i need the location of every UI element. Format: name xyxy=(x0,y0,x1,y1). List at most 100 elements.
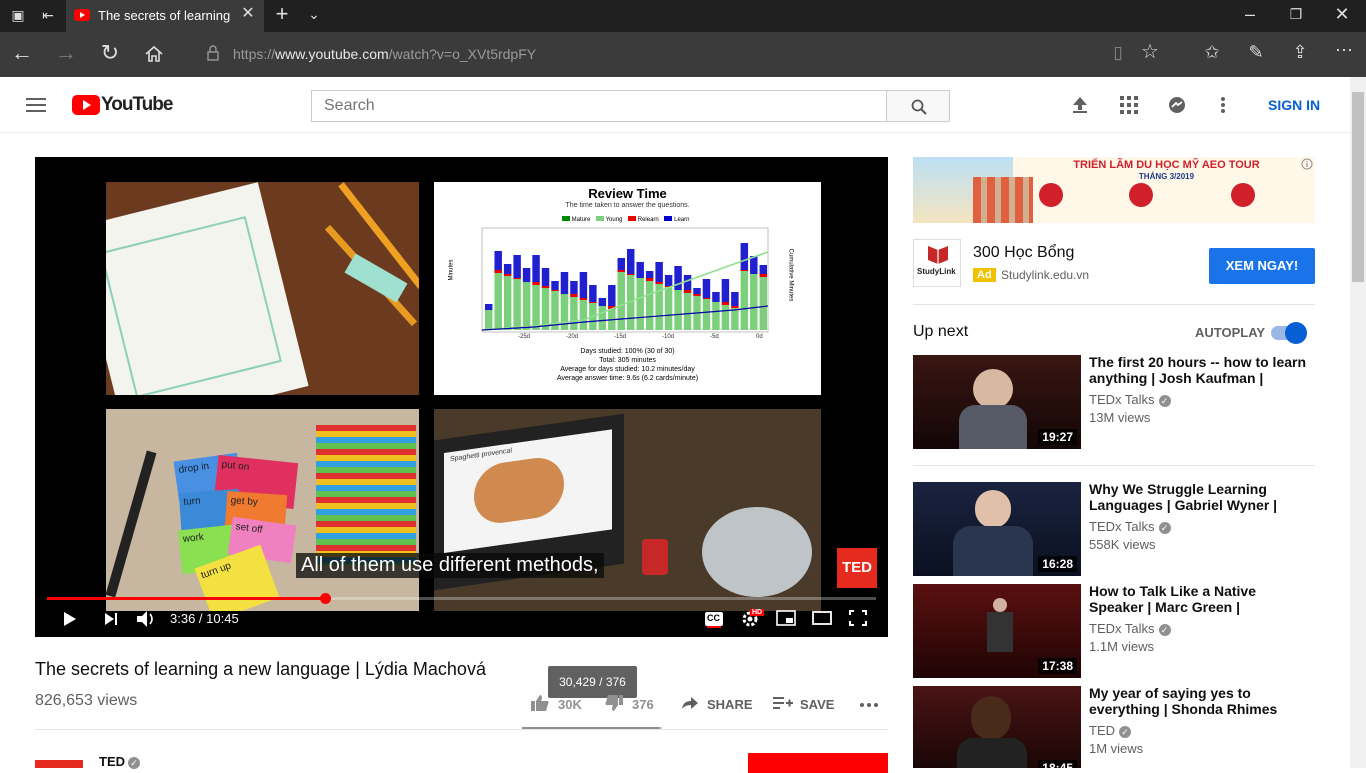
rec-thumbnail[interactable]: 16:28 xyxy=(913,482,1081,576)
miniplayer-icon[interactable] xyxy=(776,610,796,626)
chart-bar-segment xyxy=(503,276,512,330)
ad-title[interactable]: 300 Học Bổng xyxy=(973,244,1074,262)
share-button[interactable]: SHARE xyxy=(707,697,753,712)
rec-title[interactable]: How to Talk Like a Native Speaker | Marc… xyxy=(1089,583,1309,615)
chart-bar-segment xyxy=(598,298,607,306)
rec-title[interactable]: The first 20 hours -- how to learn anyth… xyxy=(1089,354,1309,386)
tab-list-chevron-icon[interactable]: ⌄ xyxy=(302,4,326,28)
ad-logo[interactable]: StudyLink xyxy=(913,239,961,287)
url-field[interactable]: https://www.youtube.com/watch?v=o_XVt5rd… xyxy=(233,46,536,62)
dislike-count[interactable]: 376 xyxy=(632,697,654,712)
more-actions-icon[interactable] xyxy=(859,702,879,708)
chart-stat-total: Total: 305 minutes xyxy=(599,357,656,364)
play-icon[interactable] xyxy=(63,611,77,627)
chart-bar-segment xyxy=(627,249,635,274)
search-box[interactable] xyxy=(311,90,887,122)
captions-button[interactable]: CC xyxy=(705,612,723,626)
chart-bar-segment xyxy=(522,282,531,330)
page-scrollbar-thumb[interactable] xyxy=(1352,92,1364,282)
pen-notes-icon[interactable]: ✎ xyxy=(1244,42,1268,66)
time-display: 3:36 / 10:45 xyxy=(170,611,239,626)
close-window-icon[interactable]: ✕ xyxy=(1330,4,1354,28)
rec-title[interactable]: My year of saying yes to everything | Sh… xyxy=(1089,685,1309,717)
ad-domain: Studylink.edu.vn xyxy=(1001,268,1090,282)
search-input[interactable] xyxy=(324,97,864,115)
chart-bar-segment xyxy=(702,279,711,298)
chart-bar-segment xyxy=(674,266,682,290)
video-frame-review-chart: Review Time The time taken to answer the… xyxy=(434,182,821,395)
forward-arrow-icon[interactable]: → xyxy=(54,42,78,67)
video-title: The secrets of learning a new language |… xyxy=(35,659,486,679)
next-video-icon[interactable] xyxy=(104,612,118,626)
verified-icon: ✓ xyxy=(1119,725,1131,738)
more-menu-icon[interactable]: ⋯ xyxy=(1332,40,1356,64)
lock-icon xyxy=(207,45,219,61)
close-tab-icon[interactable]: ✕ xyxy=(236,4,260,28)
speaker-body xyxy=(953,526,1033,576)
apps-grid-icon[interactable] xyxy=(1120,96,1138,114)
tab-actions-icon[interactable]: ▣ xyxy=(6,5,30,29)
rec-duration: 16:28 xyxy=(1038,556,1077,572)
url-domain: www.youtube.com xyxy=(275,46,389,62)
chart-bar-segment xyxy=(541,286,550,288)
favorite-star-icon[interactable]: ☆ xyxy=(1138,42,1162,66)
chart-bar-segment xyxy=(645,278,654,281)
search-button[interactable] xyxy=(886,90,950,122)
share-arrow-icon[interactable] xyxy=(681,696,699,710)
restore-window-icon[interactable]: ❐ xyxy=(1284,4,1308,28)
chart-bar-segment xyxy=(655,262,663,282)
messages-icon[interactable] xyxy=(1167,96,1187,114)
rec-thumbnail[interactable]: 17:38 xyxy=(913,584,1081,678)
chart-bar-segment xyxy=(617,272,625,330)
subscribe-button[interactable] xyxy=(748,753,888,773)
marker-black xyxy=(106,450,157,598)
minimize-window-icon[interactable]: – xyxy=(1238,4,1262,28)
theater-mode-icon[interactable] xyxy=(812,611,832,625)
home-icon[interactable] xyxy=(144,45,164,63)
channel-name[interactable]: TED xyxy=(99,754,125,769)
like-count[interactable]: 30K xyxy=(558,697,582,712)
chart-bar-segment xyxy=(702,299,711,330)
add-to-playlist-icon[interactable] xyxy=(773,696,793,710)
ad-banner[interactable]: TRIỂN LÃM DU HỌC MỸ AEO TOUR THÁNG 3/201… xyxy=(913,157,1315,223)
rec-channel-name: TEDx Talks xyxy=(1089,519,1155,534)
chart-bar-segment xyxy=(551,290,559,291)
up-next-heading: Up next xyxy=(913,323,969,340)
like-thumb-icon[interactable] xyxy=(530,694,550,712)
sign-in-button[interactable]: SIGN IN xyxy=(1268,97,1320,113)
dislike-thumb-icon[interactable] xyxy=(604,694,624,712)
favorites-hub-icon[interactable]: ✩ xyxy=(1200,42,1224,66)
ad-cta-button[interactable]: XEM NGAY! xyxy=(1209,248,1315,284)
rec-title[interactable]: Why We Struggle Learning Languages | Gab… xyxy=(1089,481,1309,513)
refresh-icon[interactable]: ↻ xyxy=(98,42,122,67)
autoplay-label: AUTOPLAY xyxy=(1195,325,1266,340)
ad-info-icon[interactable] xyxy=(1301,158,1313,170)
rec-thumbnail[interactable]: 18:45 xyxy=(913,686,1081,768)
chart-bar-segment xyxy=(551,281,559,290)
autoplay-toggle-knob[interactable] xyxy=(1285,322,1307,344)
chart-xtick-2: -20d xyxy=(566,334,579,340)
rec-channel: TEDx Talks ✓ xyxy=(1089,519,1171,534)
upload-icon[interactable] xyxy=(1072,96,1088,114)
chart-bar-segment xyxy=(579,300,588,330)
browser-tab-active[interactable]: The secrets of learning a new language ✕ xyxy=(66,0,264,32)
chart-bar-segment xyxy=(664,287,673,330)
set-aside-tabs-icon[interactable]: ⇤ xyxy=(36,5,60,29)
save-button[interactable]: SAVE xyxy=(800,697,834,712)
channel-avatar[interactable] xyxy=(35,760,83,768)
volume-icon[interactable] xyxy=(136,609,158,629)
laptop-screen: Spaghetti provencal xyxy=(444,429,612,553)
progress-scrubber-handle[interactable] xyxy=(320,593,331,604)
rec-views: 1.1M views xyxy=(1089,639,1155,654)
ad-separator xyxy=(913,304,1315,305)
back-arrow-icon[interactable]: ← xyxy=(10,42,34,67)
rec-thumbnail[interactable]: 19:27 xyxy=(913,355,1081,449)
hamburger-menu-icon[interactable] xyxy=(26,97,46,113)
reading-view-icon[interactable]: ▯ xyxy=(1106,43,1130,67)
ad-banner-badge-3 xyxy=(1231,183,1255,207)
chart-stat-days: Days studied: 100% (30 of 30) xyxy=(580,348,675,355)
share-icon[interactable]: ⇪ xyxy=(1288,42,1312,66)
new-tab-icon[interactable]: + xyxy=(270,3,294,28)
settings-kebab-icon[interactable] xyxy=(1220,96,1226,114)
fullscreen-icon[interactable] xyxy=(849,610,867,626)
